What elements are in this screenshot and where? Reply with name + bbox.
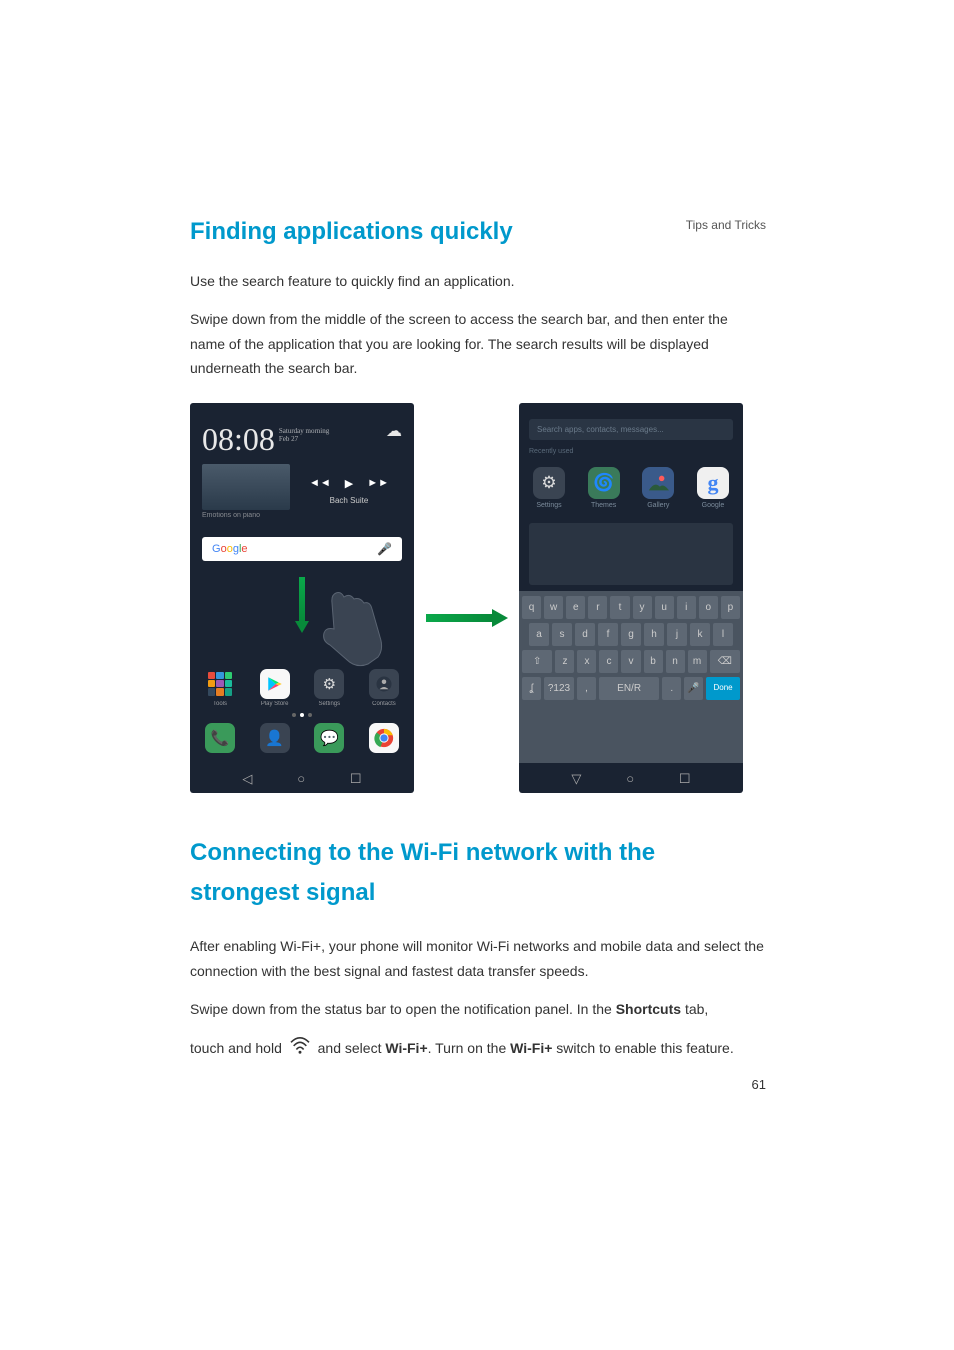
- key[interactable]: f: [598, 623, 618, 646]
- key-comma[interactable]: ,: [577, 677, 596, 700]
- album-label: Emotions on piano: [202, 512, 290, 519]
- key[interactable]: n: [666, 650, 685, 673]
- key[interactable]: g: [621, 623, 641, 646]
- key-symbols[interactable]: ?123: [544, 677, 574, 700]
- key-period[interactable]: .: [662, 677, 681, 700]
- nav-recent-icon[interactable]: ☐: [679, 771, 691, 787]
- mic-icon[interactable]: 🎤: [377, 542, 392, 556]
- section2-p3: touch and hold and select Wi-Fi+. Turn o…: [190, 1036, 766, 1062]
- empty-result-area: [529, 523, 733, 585]
- album-art: [202, 464, 290, 510]
- screenshot-row: 08:08 Saturday morning Feb 27 ☁ Emotions…: [190, 403, 766, 793]
- prev-track-icon[interactable]: ◄◄: [309, 477, 331, 490]
- dialer-icon[interactable]: 📞: [205, 723, 235, 753]
- key[interactable]: b: [644, 650, 663, 673]
- messages-icon[interactable]: 💬: [314, 723, 344, 753]
- result-gallery-icon[interactable]: [642, 467, 674, 499]
- result-label: Settings: [536, 502, 561, 509]
- section2-title: Connecting to the Wi-Fi network with the…: [190, 833, 766, 915]
- key[interactable]: k: [690, 623, 710, 646]
- chrome-icon[interactable]: [369, 723, 399, 753]
- key[interactable]: c: [599, 650, 618, 673]
- key-lang[interactable]: ʆ: [522, 677, 541, 700]
- key[interactable]: v: [621, 650, 640, 673]
- result-label: Gallery: [647, 502, 669, 509]
- key[interactable]: q: [522, 596, 541, 619]
- clock-time: 08:08: [202, 421, 275, 458]
- app-search-input[interactable]: Search apps, contacts, messages...: [529, 419, 733, 440]
- next-track-icon[interactable]: ►►: [367, 477, 389, 490]
- swipe-down-arrow: [295, 577, 309, 633]
- hand-gesture-icon: [316, 589, 386, 674]
- nav-recent-icon[interactable]: ☐: [350, 771, 362, 787]
- section1-p1: Use the search feature to quickly find a…: [190, 269, 766, 294]
- section1-title: Finding applications quickly: [190, 215, 766, 249]
- key[interactable]: j: [667, 623, 687, 646]
- clock-date: Feb 27: [279, 435, 298, 443]
- result-settings-icon[interactable]: ⚙: [533, 467, 565, 499]
- key[interactable]: y: [633, 596, 652, 619]
- clock-day: Saturday morning: [279, 427, 329, 435]
- key-shift[interactable]: ⇧: [522, 650, 552, 673]
- tools-folder-icon[interactable]: [205, 669, 235, 699]
- play-icon[interactable]: ▶: [345, 477, 353, 490]
- key[interactable]: t: [610, 596, 629, 619]
- key[interactable]: u: [655, 596, 674, 619]
- nav-back-icon[interactable]: ◁: [242, 771, 252, 787]
- key-backspace[interactable]: ⌫: [710, 650, 740, 673]
- key[interactable]: l: [713, 623, 733, 646]
- result-google-icon[interactable]: g: [697, 467, 729, 499]
- app-label: Tools: [213, 701, 227, 707]
- chapter-label: Tips and Tricks: [686, 218, 766, 232]
- key-done[interactable]: Done: [706, 677, 740, 700]
- key[interactable]: d: [575, 623, 595, 646]
- section2-p1: After enabling Wi-Fi+, your phone will m…: [190, 934, 766, 983]
- nav-home-icon[interactable]: ○: [626, 771, 634, 786]
- google-search-widget[interactable]: Google 🎤: [202, 537, 402, 561]
- key[interactable]: p: [721, 596, 740, 619]
- app-label: Play Store: [261, 701, 289, 707]
- result-label: Google: [702, 502, 725, 509]
- key[interactable]: i: [677, 596, 696, 619]
- key[interactable]: s: [552, 623, 572, 646]
- key[interactable]: o: [699, 596, 718, 619]
- key-voice[interactable]: 🎤: [684, 677, 703, 700]
- key[interactable]: w: [544, 596, 563, 619]
- section1-p2: Swipe down from the middle of the screen…: [190, 307, 766, 381]
- transition-arrow-icon: [426, 609, 508, 627]
- key[interactable]: m: [688, 650, 707, 673]
- page-number: 61: [752, 1077, 766, 1092]
- app-label: Settings: [318, 701, 340, 707]
- google-logo: Google: [212, 543, 248, 555]
- key[interactable]: e: [566, 596, 585, 619]
- result-themes-icon[interactable]: 🌀: [588, 467, 620, 499]
- phone-home-screen: 08:08 Saturday morning Feb 27 ☁ Emotions…: [190, 403, 414, 793]
- phone-search-screen: Search apps, contacts, messages... Recen…: [519, 403, 743, 793]
- app-label: Contacts: [372, 701, 396, 707]
- key[interactable]: r: [588, 596, 607, 619]
- key[interactable]: h: [644, 623, 664, 646]
- weather-icon: ☁: [386, 421, 402, 441]
- wifi-icon: [289, 1036, 311, 1062]
- track-name: Bach Suite: [330, 496, 369, 505]
- key[interactable]: z: [555, 650, 574, 673]
- recently-used-label: Recently used: [529, 448, 733, 455]
- key-space[interactable]: EN/R: [599, 677, 659, 700]
- section2-p2: Swipe down from the status bar to open t…: [190, 997, 766, 1022]
- nav-back-icon[interactable]: ▽: [571, 771, 581, 787]
- nav-home-icon[interactable]: ○: [297, 771, 305, 786]
- people-icon[interactable]: 👤: [260, 723, 290, 753]
- key[interactable]: a: [529, 623, 549, 646]
- play-store-icon[interactable]: [260, 669, 290, 699]
- onscreen-keyboard[interactable]: q w e r t y u i o p a s d f g h: [519, 591, 743, 763]
- key[interactable]: x: [577, 650, 596, 673]
- result-label: Themes: [591, 502, 616, 509]
